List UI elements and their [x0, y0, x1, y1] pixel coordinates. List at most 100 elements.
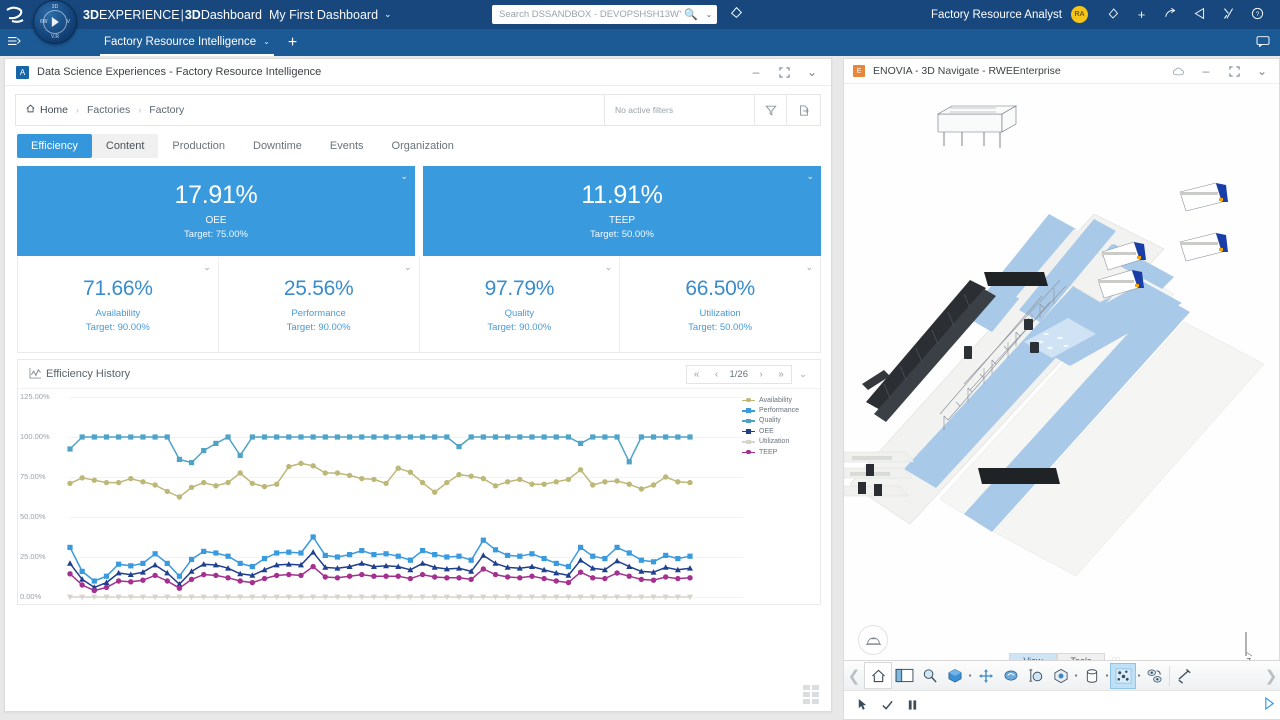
- chat-icon[interactable]: [1256, 35, 1270, 50]
- search-chevron-down-icon[interactable]: ⌄: [701, 10, 717, 19]
- tab-efficiency[interactable]: Efficiency: [17, 134, 92, 158]
- 3d-viewport[interactable]: Z View Tools ♡: [844, 84, 1279, 669]
- bookmark-icon[interactable]: [1098, 7, 1127, 23]
- legend-item-utilization[interactable]: Utilization: [742, 437, 816, 447]
- search-icon[interactable]: 🔍: [681, 8, 701, 21]
- chevron-down-icon[interactable]: ⌄: [799, 61, 825, 83]
- kpi-card-teep[interactable]: ⌄ 11.91% TEEP Target: 50.00%: [423, 166, 821, 256]
- pan-icon[interactable]: [973, 663, 998, 689]
- zoom-area-icon[interactable]: [917, 663, 942, 689]
- next-arrow-icon[interactable]: ❯: [1261, 661, 1280, 691]
- zoom-icon[interactable]: [1023, 663, 1048, 689]
- kpi-teep-chevron-down-icon[interactable]: ⌄: [806, 171, 814, 182]
- dashboard-name[interactable]: My First Dashboard: [269, 8, 378, 22]
- help-icon[interactable]: ?: [1243, 7, 1272, 23]
- search-box[interactable]: 🔍 ⌄: [492, 5, 717, 24]
- hamburger-icon[interactable]: [0, 35, 28, 50]
- legend-item-performance[interactable]: Performance: [742, 405, 816, 415]
- kpi-availability-chevron-down-icon[interactable]: ⌄: [203, 262, 211, 273]
- legend-item-availability[interactable]: Availability: [742, 395, 816, 405]
- 3d-factory-model[interactable]: [844, 84, 1279, 669]
- kpi-section: ⌄ 17.91% OEE Target: 75.00% ⌄ 11.91% TEE…: [17, 166, 821, 353]
- grid-apps-icon[interactable]: [803, 685, 823, 705]
- rotate-icon[interactable]: [998, 663, 1023, 689]
- minimize-icon[interactable]: –: [1193, 60, 1219, 82]
- minimize-icon[interactable]: –: [743, 61, 769, 83]
- maximize-icon[interactable]: [1221, 60, 1247, 82]
- breadcrumb-separator-2: ›: [138, 105, 141, 115]
- maximize-icon[interactable]: [771, 61, 797, 83]
- pager-next-button[interactable]: ›: [751, 366, 771, 383]
- toolbar-divider: [1169, 666, 1170, 686]
- kpi-card-availability[interactable]: ⌄ 71.66% Availability Target: 90.00%: [18, 257, 219, 352]
- legend-item-quality[interactable]: Quality: [742, 416, 816, 426]
- view-cube-icon[interactable]: [1048, 663, 1073, 689]
- export-icon[interactable]: [786, 95, 820, 125]
- plus-icon[interactable]: +: [1127, 7, 1156, 22]
- apps-icon[interactable]: [1214, 7, 1243, 23]
- tab-downtime[interactable]: Downtime: [239, 134, 316, 158]
- tab-content[interactable]: Content: [92, 134, 159, 158]
- tab-events[interactable]: Events: [316, 134, 378, 158]
- pointer-icon[interactable]: [850, 692, 875, 718]
- pager-first-button[interactable]: «: [687, 366, 707, 383]
- kpi-quality-label: Quality: [505, 308, 535, 319]
- navigation-compass[interactable]: 3D 6W V V.R: [33, 0, 77, 48]
- panel-icon[interactable]: [892, 663, 917, 689]
- legend-item-teep[interactable]: TEEP: [742, 447, 816, 457]
- tab-downtime-label: Downtime: [253, 140, 302, 152]
- kpi-performance-chevron-down-icon[interactable]: ⌄: [404, 262, 412, 273]
- chevron-down-icon[interactable]: ⌄: [1249, 60, 1275, 82]
- cylinder-icon[interactable]: [1079, 663, 1104, 689]
- breadcrumb-item-factory[interactable]: Factory: [149, 104, 184, 116]
- kpi-card-quality[interactable]: ⌄ 97.79% Quality Target: 90.00%: [420, 257, 621, 352]
- kpi-oee-chevron-down-icon[interactable]: ⌄: [400, 171, 408, 182]
- svg-text:?: ?: [1256, 11, 1260, 18]
- hardhat-icon[interactable]: [858, 625, 888, 655]
- dashboard-chevron-down-icon[interactable]: ⌄: [384, 9, 392, 20]
- magnet-icon[interactable]: [1172, 663, 1197, 689]
- kpi-teep-value: 11.91%: [581, 182, 662, 208]
- search-input[interactable]: [492, 9, 681, 20]
- cube-icon[interactable]: [942, 663, 967, 689]
- pause-icon[interactable]: [900, 692, 925, 718]
- kpi-utilization-target: Target: 50.00%: [688, 322, 752, 333]
- share-icon[interactable]: [1156, 7, 1185, 23]
- kpi-quality-chevron-down-icon[interactable]: ⌄: [605, 262, 613, 273]
- home-icon[interactable]: [864, 662, 892, 689]
- kpi-utilization-chevron-down-icon[interactable]: ⌄: [805, 262, 813, 273]
- selection-icon[interactable]: [1110, 663, 1136, 689]
- legend-marker-icon: [742, 428, 755, 435]
- pager-last-button[interactable]: »: [771, 366, 791, 383]
- kpi-teep-target: Target: 50.00%: [590, 229, 654, 240]
- tab-production[interactable]: Production: [158, 134, 239, 158]
- legend-marker-icon: [742, 397, 755, 404]
- add-tab-button[interactable]: +: [288, 34, 297, 52]
- tab-organization[interactable]: Organization: [378, 134, 468, 158]
- play-icon[interactable]: [1264, 697, 1275, 713]
- breadcrumb-item-home[interactable]: Home: [26, 104, 68, 116]
- kpi-card-oee[interactable]: ⌄ 17.91% OEE Target: 75.00%: [17, 166, 415, 256]
- check-icon[interactable]: [875, 692, 900, 718]
- kpi-card-utilization[interactable]: ⌄ 66.50% Utilization Target: 50.00%: [620, 257, 820, 352]
- dashboard-tab-factory-resource-intelligence[interactable]: Factory Resource Intelligence ⌄: [100, 29, 274, 56]
- efficiency-history-card: Efficiency History « ‹ 1/26 › » ⌄ 0.00%2…: [17, 359, 821, 605]
- avatar[interactable]: RA: [1071, 6, 1088, 23]
- chart-series-availability: [67, 461, 692, 500]
- send-icon[interactable]: [1185, 7, 1214, 23]
- visualize-icon[interactable]: [1142, 663, 1167, 689]
- enovia-app-badge-icon: E: [853, 65, 865, 77]
- dashboard-tabstrip: Factory Resource Intelligence ⌄ +: [0, 29, 1280, 56]
- prev-arrow-icon[interactable]: ❮: [844, 661, 864, 691]
- chart-chevron-down-icon[interactable]: ⌄: [792, 369, 814, 380]
- top-header-bar: 3DEXPERIENCE|3DDashboard My First Dashbo…: [0, 0, 1280, 29]
- dashboard-tab-chevron-down-icon[interactable]: ⌄: [263, 37, 270, 46]
- cloud-icon[interactable]: [1165, 60, 1191, 82]
- legend-item-oee[interactable]: OEE: [742, 426, 816, 436]
- 3ds-logo-icon[interactable]: [0, 0, 30, 29]
- tag-icon[interactable]: [730, 6, 743, 22]
- kpi-card-performance[interactable]: ⌄ 25.56% Performance Target: 90.00%: [219, 257, 420, 352]
- pager-prev-button[interactable]: ‹: [707, 366, 727, 383]
- funnel-icon[interactable]: [754, 95, 786, 125]
- breadcrumb-item-factories[interactable]: Factories: [87, 104, 130, 116]
